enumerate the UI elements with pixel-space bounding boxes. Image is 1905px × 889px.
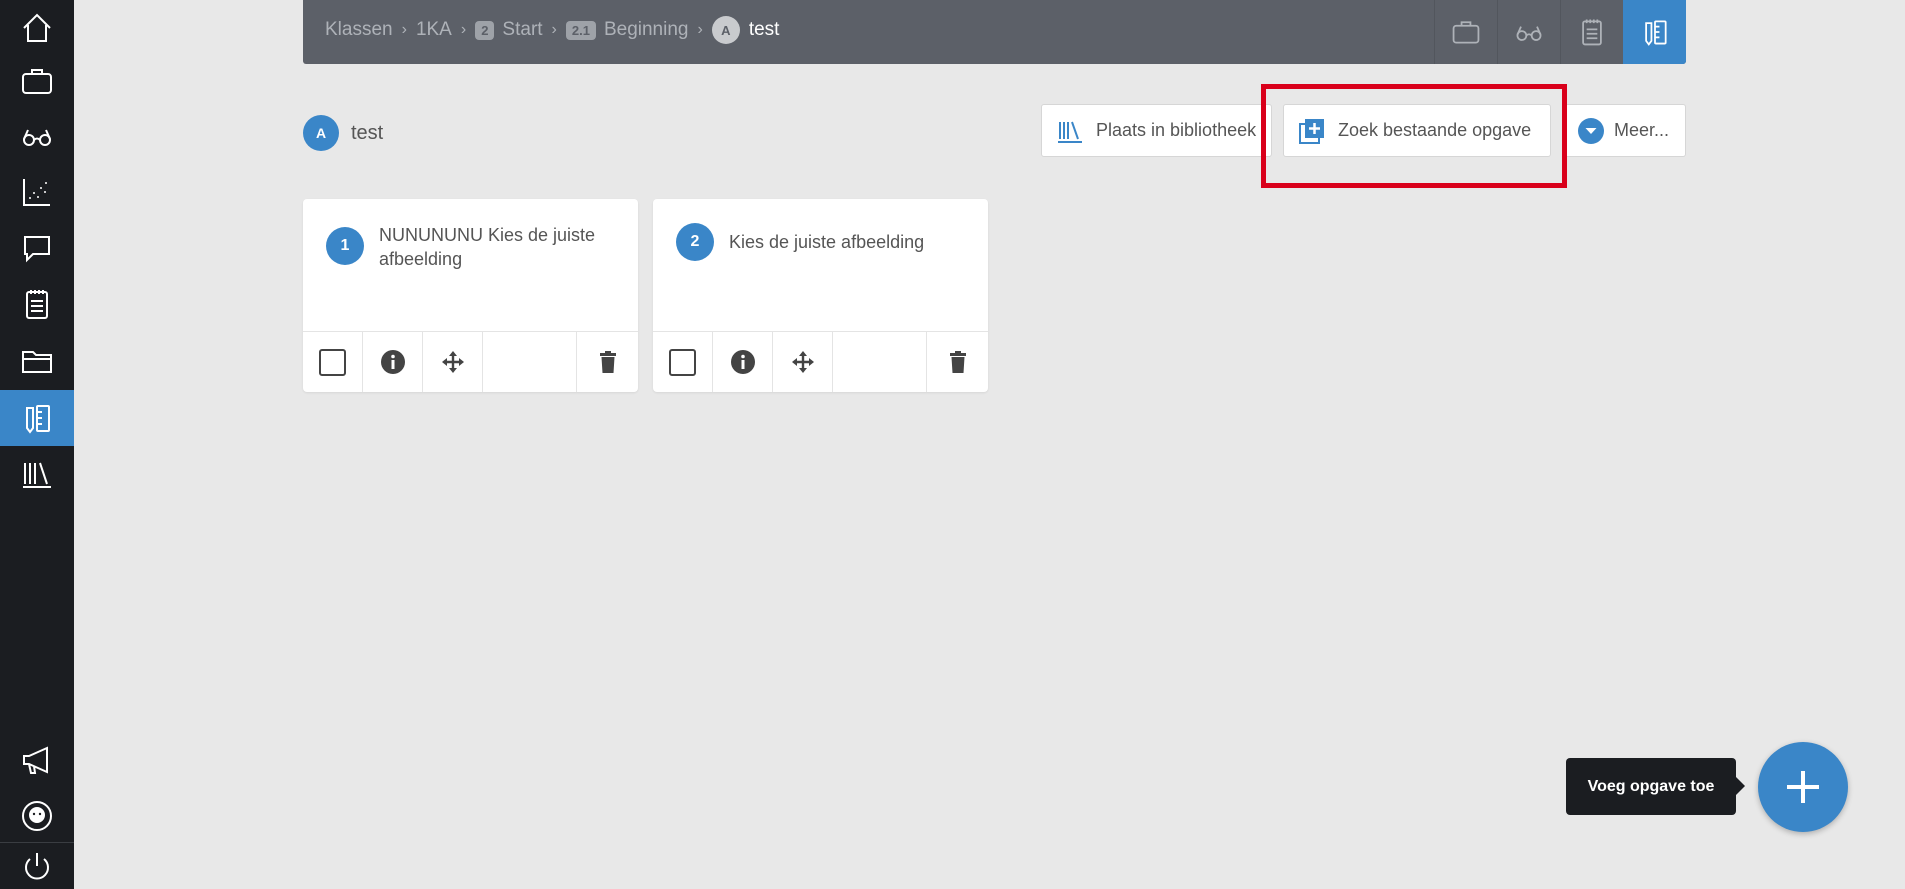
- page-title: test: [351, 121, 384, 144]
- select-checkbox-cell[interactable]: [653, 332, 713, 392]
- toolbar-spacer: [483, 332, 577, 392]
- library-icon: [23, 462, 51, 488]
- sidebar-item-home[interactable]: [0, 0, 74, 56]
- place-in-library-label: Plaats in bibliotheek: [1096, 120, 1257, 140]
- highlight-annotation: [1261, 84, 1567, 188]
- delete-button[interactable]: [927, 332, 988, 392]
- briefcase-icon: [1452, 21, 1480, 44]
- scatter-chart-icon: [23, 179, 50, 206]
- sidebar: [0, 0, 74, 889]
- chat-bubble-icon: [24, 236, 50, 263]
- exercise-toolbar: [303, 331, 638, 392]
- sidebar-item-logout[interactable]: [0, 844, 74, 889]
- breadcrumb-label: test: [748, 19, 780, 40]
- more-label: Meer...: [1614, 120, 1670, 140]
- topbar-clipboard-button[interactable]: [1560, 0, 1623, 64]
- sidebar-divider: [0, 842, 74, 843]
- exercise-number-badge: 1: [326, 227, 364, 265]
- exercise-card[interactable]: 2 Kies de juiste afbeelding: [653, 199, 988, 392]
- exercise-toolbar: [653, 331, 988, 392]
- sidebar-item-profile[interactable]: [0, 788, 74, 844]
- chapter-badge: 2: [475, 20, 495, 40]
- glasses-icon: [23, 129, 51, 146]
- breadcrumb-label: Klassen: [325, 19, 393, 40]
- move-arrows-icon: [791, 351, 814, 373]
- chevron-right-icon: ›: [401, 21, 407, 38]
- topbar-tools: [1434, 0, 1686, 64]
- exercise-title: Kies de juiste afbeelding: [729, 232, 925, 252]
- sidebar-item-folders[interactable]: [0, 333, 74, 389]
- plus-icon: [1787, 771, 1819, 803]
- breadcrumb-label: Beginning: [603, 19, 689, 40]
- avatar: A: [303, 115, 339, 151]
- info-button[interactable]: [363, 332, 423, 392]
- move-handle[interactable]: [423, 332, 483, 392]
- exercise-title: NUNUNUNU Kies de juiste afbeelding: [379, 225, 596, 269]
- topbar-exercises-button[interactable]: [1623, 0, 1686, 64]
- chevron-right-icon: ›: [551, 21, 557, 38]
- place-in-library-button[interactable]: Plaats in bibliotheek: [1041, 104, 1272, 157]
- exercise-pencil-icon: [26, 405, 50, 434]
- move-arrows-icon: [441, 351, 464, 373]
- add-exercise-tooltip: Voeg opgave toe: [1566, 758, 1745, 815]
- library-icon: [1058, 121, 1082, 143]
- chevron-right-icon: ›: [460, 21, 467, 38]
- breadcrumb-label: 1KA: [415, 19, 452, 40]
- section-badge: 2.1: [565, 20, 596, 40]
- select-checkbox-cell[interactable]: [303, 332, 363, 392]
- user-avatar-icon: [22, 801, 52, 831]
- folder-icon: [22, 351, 52, 373]
- trash-icon: [949, 351, 966, 373]
- trash-icon: [599, 351, 616, 373]
- topbar-glasses-button[interactable]: [1497, 0, 1560, 64]
- exercise-pencil-icon: [1644, 20, 1667, 46]
- power-icon: [25, 852, 49, 879]
- breadcrumb-item-beginning[interactable]: 2.1 Beginning: [565, 19, 689, 41]
- info-icon: [730, 350, 755, 374]
- chevron-down-circle-icon: [1578, 117, 1604, 144]
- delete-button[interactable]: [577, 332, 638, 392]
- sidebar-item-statistics[interactable]: [0, 164, 74, 220]
- breadcrumb-item-current: Atest: [711, 16, 780, 44]
- sidebar-item-glasses[interactable]: [0, 108, 74, 164]
- select-checkbox[interactable]: [319, 348, 346, 376]
- sidebar-item-library[interactable]: [0, 446, 74, 502]
- toolbar-spacer: [833, 332, 927, 392]
- chevron-right-icon: ›: [697, 21, 703, 38]
- sidebar-item-briefcase[interactable]: [0, 53, 74, 109]
- glasses-icon: [1516, 26, 1542, 41]
- exercise-number-badge: 2: [676, 223, 714, 261]
- home-icon: [23, 13, 51, 42]
- info-button[interactable]: [713, 332, 773, 392]
- more-button[interactable]: Meer...: [1563, 104, 1686, 157]
- move-handle[interactable]: [773, 332, 833, 392]
- select-checkbox[interactable]: [669, 348, 696, 376]
- megaphone-icon: [23, 746, 48, 774]
- clipboard-icon: [26, 290, 48, 319]
- sidebar-item-tasks[interactable]: [0, 276, 74, 332]
- breadcrumb-item-klassen[interactable]: Klassen: [325, 19, 393, 41]
- breadcrumb-item-start[interactable]: 2 Start: [475, 19, 543, 41]
- info-icon: [380, 350, 405, 374]
- clipboard-icon: [1582, 19, 1602, 46]
- page-header: A test: [303, 115, 383, 151]
- sidebar-item-exercises[interactable]: [0, 390, 74, 446]
- breadcrumb-label: Start: [502, 19, 543, 40]
- add-exercise-button[interactable]: [1758, 742, 1848, 832]
- sidebar-item-messages[interactable]: [0, 220, 74, 276]
- crumb-avatar: A: [711, 16, 740, 44]
- breadcrumb: Klassen › 1KA › 2 Start › 2.1 Beginning › …: [325, 0, 779, 60]
- topbar-briefcase-button[interactable]: [1434, 0, 1497, 64]
- exercise-card[interactable]: 1 NUNUNUNU Kies de juiste afbeelding: [303, 199, 638, 392]
- topbar: Klassen › 1KA › 2 Start › 2.1 Beginning › …: [303, 0, 1686, 64]
- breadcrumb-item-class[interactable]: 1KA: [416, 19, 452, 41]
- sidebar-item-announcements[interactable]: [0, 732, 74, 788]
- briefcase-icon: [22, 69, 52, 94]
